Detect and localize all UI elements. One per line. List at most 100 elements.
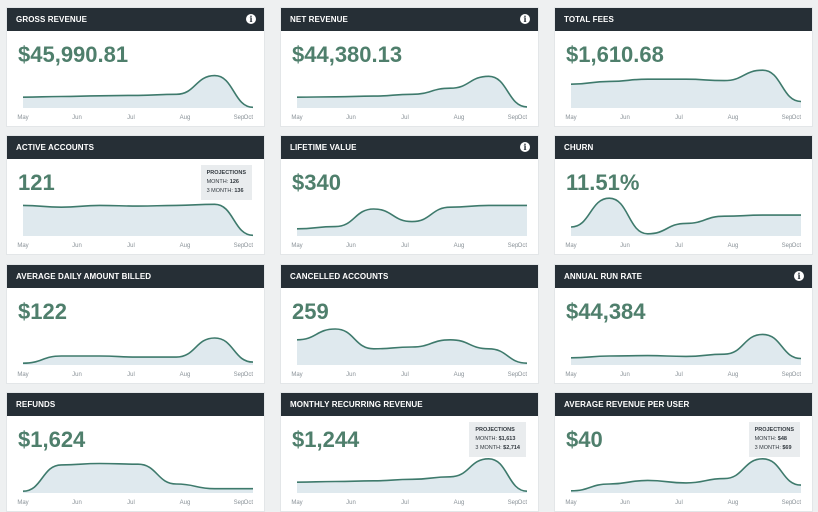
sparkline-svg: May Jun Jul Aug Sep Oct — [291, 457, 527, 506]
card-title: LIFETIME VALUE — [290, 143, 357, 152]
projections-title: PROJECTIONS — [206, 170, 246, 176]
card-header: ANNUAL RUN RATE i — [555, 265, 812, 288]
projection-3-month: 3 MONTH: $2,714 — [475, 445, 520, 451]
card-title: MONTHLY RECURRING REVENUE — [290, 400, 423, 409]
card-cancelled-accounts[interactable]: CANCELLED ACCOUNTS 259 May Jun Jul Aug Sep Oc… — [281, 265, 538, 383]
metric-value: $40 — [566, 427, 603, 452]
card-lifetime-value[interactable]: LIFETIME VALUE i $340 May Jun Jul Aug Sep Oct — [281, 136, 538, 254]
axis-month-label: Jul — [127, 115, 135, 121]
card-net-revenue[interactable]: NET REVENUE i $44,380.13 May Jun Jul Aug Sep… — [281, 8, 538, 126]
card-header: MONTHLY RECURRING REVENUE — [281, 393, 538, 416]
trend-chart: May Jun Jul Aug Sep Oct — [289, 323, 530, 381]
axis-month-label: Jun — [346, 243, 356, 249]
trend-chart: May Jun Jul Aug Sep Oct — [289, 66, 530, 124]
card-annual-run-rate[interactable]: ANNUAL RUN RATE i $44,384 May Jun Jul Aug Se… — [555, 265, 812, 383]
trend-chart: May Jun Jul Aug Sep Oct — [15, 323, 256, 381]
info-icon[interactable]: i — [794, 271, 804, 281]
card-header: TOTAL FEES — [555, 8, 812, 31]
card-average-daily-amount-billed[interactable]: AVERAGE DAILY AMOUNT BILLED $122 May Jun J… — [7, 265, 264, 383]
axis-month-label: Jun — [346, 115, 356, 121]
axis-month-label: Jul — [127, 372, 135, 378]
axis-month-label: Oct — [792, 115, 802, 121]
axis-month-label: Jul — [127, 500, 135, 506]
card-monthly-recurring-revenue[interactable]: MONTHLY RECURRING REVENUE $1,244 PROJECT… — [281, 393, 538, 511]
axis-month-label: Aug — [728, 115, 739, 121]
projection-month: MONTH: $1,613 — [475, 436, 516, 442]
metric-value: 11.51% — [566, 170, 640, 195]
sparkline-svg: May Jun Jul Aug Sep Oct — [565, 69, 802, 121]
trend-chart: May Jun Jul Aug Sep Oct — [563, 323, 804, 381]
axis-month-label: May — [291, 372, 302, 378]
metric-value: 259 — [292, 299, 329, 324]
axis-month-label: Oct — [244, 115, 254, 121]
card-header: AVERAGE REVENUE PER USER — [555, 393, 812, 416]
sparkline-svg: May Jun Jul Aug Sep Oct — [17, 337, 254, 378]
sparkline-area — [297, 76, 527, 108]
metric-value: $1,610.68 — [566, 42, 664, 67]
projection-month: MONTH: 126 — [206, 179, 239, 185]
projection-3-month: 3 MONTH: 136 — [206, 188, 244, 194]
projection-month: MONTH: $48 — [754, 436, 787, 442]
card-churn[interactable]: CHURN 11.51% May Jun Jul Aug Sep Oct — [555, 136, 812, 254]
axis-month-label: Oct — [518, 115, 528, 121]
axis-month-label: May — [17, 243, 28, 249]
sparkline-area — [571, 334, 801, 365]
axis-month-label: Aug — [728, 500, 739, 506]
sparkline-area — [23, 75, 253, 108]
axis-month-label: Jul — [401, 372, 409, 378]
axis-month-label: Aug — [454, 115, 465, 121]
card-refunds[interactable]: REFUNDS $1,624 May Jun Jul Aug Sep Oct — [7, 393, 264, 511]
axis-month-label: May — [565, 500, 576, 506]
axis-month-label: Jul — [675, 500, 683, 506]
card-title: NET REVENUE — [290, 15, 348, 24]
axis-month-label: Oct — [244, 372, 254, 378]
axis-month-label: Aug — [728, 372, 739, 378]
metric-value: $1,624 — [18, 427, 86, 452]
info-icon[interactable]: i — [520, 142, 530, 152]
card-total-fees[interactable]: TOTAL FEES $1,610.68 May Jun Jul Aug Sep Oct — [555, 8, 812, 126]
trend-chart: May Jun Jul Aug Sep Oct — [15, 194, 256, 252]
sparkline-area — [23, 204, 253, 236]
card-title: AVERAGE DAILY AMOUNT BILLED — [16, 272, 152, 281]
sparkline-svg: May Jun Jul Aug Sep Oct — [291, 204, 527, 249]
card-title: ACTIVE ACCOUNTS — [16, 143, 95, 152]
metric-value: $340 — [292, 170, 341, 195]
metric-value: $44,384 — [566, 299, 646, 324]
card-title: ANNUAL RUN RATE — [564, 272, 643, 281]
projections-title: PROJECTIONS — [475, 427, 515, 433]
sparkline-svg: May Jun Jul Aug Sep Oct — [17, 74, 254, 121]
axis-month-label: May — [17, 372, 28, 378]
metric-value: $1,244 — [292, 427, 360, 452]
axis-month-label: Jul — [401, 500, 409, 506]
axis-month-label: Aug — [180, 372, 191, 378]
axis-month-label: Oct — [792, 372, 802, 378]
sparkline-svg: May Jun Jul Aug Sep Oct — [565, 197, 801, 249]
axis-month-label: May — [565, 372, 576, 378]
sparkline-svg: May Jun Jul Aug Sep Oct — [565, 457, 802, 506]
axis-month-label: Jun — [620, 372, 630, 378]
sparkline-area — [571, 458, 801, 493]
metric-value: $45,990.81 — [18, 42, 129, 67]
card-average-revenue-per-user[interactable]: AVERAGE REVENUE PER USER $40 PROJECTIONS… — [555, 393, 812, 511]
sparkline-area — [571, 198, 801, 236]
card-header: LIFETIME VALUE i — [281, 136, 538, 159]
axis-month-label: Aug — [728, 243, 739, 249]
sparkline-svg: May Jun Jul Aug Sep Oct — [17, 203, 253, 249]
axis-month-label: Jun — [620, 243, 630, 249]
axis-month-label: Oct — [792, 500, 802, 506]
axis-month-label: Jul — [401, 243, 409, 249]
axis-month-label: Aug — [454, 243, 465, 249]
trend-chart: May Jun Jul Aug Sep Oct — [289, 451, 530, 509]
info-icon[interactable]: i — [520, 14, 530, 24]
metric-value: $122 — [18, 299, 67, 324]
sparkline-area — [23, 338, 253, 365]
card-header: ACTIVE ACCOUNTS — [7, 136, 264, 159]
info-icon[interactable]: i — [246, 14, 256, 24]
axis-month-label: Jul — [127, 243, 135, 249]
card-title: AVERAGE REVENUE PER USER — [564, 400, 690, 409]
axis-month-label: Jul — [401, 115, 409, 121]
card-header: REFUNDS — [7, 393, 264, 416]
axis-month-label: Jun — [72, 243, 82, 249]
card-active-accounts[interactable]: ACTIVE ACCOUNTS 121 PROJECTIONS MONTH: 1… — [7, 136, 264, 254]
card-gross-revenue[interactable]: GROSS REVENUE i $45,990.81 May Jun Jul Aug S… — [7, 8, 264, 126]
